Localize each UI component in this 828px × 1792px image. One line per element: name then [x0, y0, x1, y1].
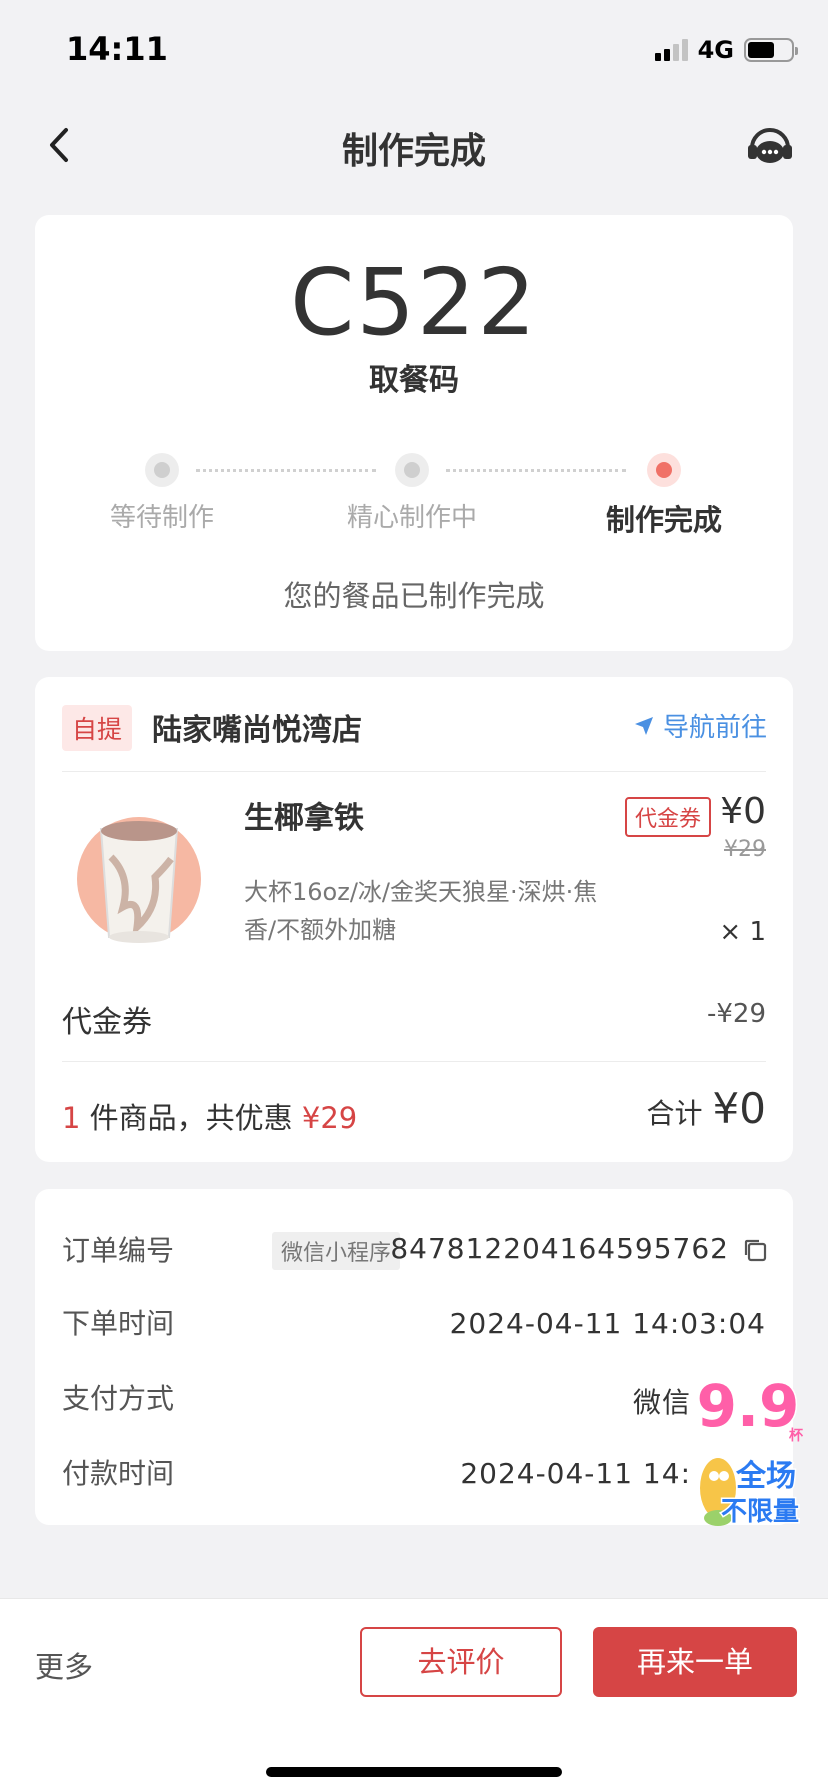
promo-number: 9.9 — [697, 1372, 800, 1440]
order-number: 847812204164595762 — [390, 1232, 729, 1265]
signal-icon — [654, 39, 688, 61]
order-time-label: 下单时间 — [62, 1307, 175, 1340]
step-connector — [196, 469, 376, 472]
product-price: ¥0 — [720, 791, 766, 832]
product-name: 生椰拿铁 — [244, 801, 364, 836]
product-image — [77, 817, 201, 943]
voucher-value: -¥29 — [706, 999, 766, 1029]
order-number-label: 订单编号 — [62, 1234, 175, 1267]
navigate-label: 导航前往 — [662, 713, 767, 743]
step-label-done: 制作完成 — [605, 503, 722, 537]
original-price: ¥29 — [724, 837, 766, 862]
nav-bar: 制作完成 — [0, 100, 828, 190]
product-quantity: × 1 — [719, 917, 766, 947]
promo-unit: 杯 — [789, 1427, 804, 1444]
step-label-making: 精心制作中 — [346, 503, 477, 533]
more-button[interactable]: 更多 — [35, 1644, 93, 1686]
order-items-card: 自提 陆家嘴尚悦湾店 导航前往 生椰拿铁 代金券 ¥0 ¥29 大杯16oz/冰… — [35, 677, 793, 1162]
bottom-action-bar: 更多 去评价 再来一单 — [0, 1598, 828, 1792]
step-label-waiting: 等待制作 — [109, 503, 214, 533]
customer-service-icon[interactable] — [742, 118, 798, 174]
pay-time: 2024-04-11 14: — [460, 1457, 691, 1490]
voucher-label: 代金券 — [62, 1005, 152, 1040]
product-spec: 大杯16oz/冰/金奖天狼星·深烘·焦香/不额外加糖 — [244, 878, 598, 944]
discount-amount: ¥29 — [301, 1101, 358, 1135]
promo-badge[interactable]: 9.9 杯 全场 不限量 — [688, 1368, 808, 1538]
payment-method-label: 支付方式 — [62, 1382, 175, 1415]
status-time: 14:11 — [66, 30, 168, 68]
promo-line1: 全场 — [735, 1459, 796, 1494]
location-arrow-icon — [634, 716, 653, 735]
item-count: 1 — [62, 1101, 81, 1135]
navigate-link[interactable]: 导航前往 — [633, 707, 767, 744]
promo-line2: 不限量 — [721, 1497, 799, 1527]
total: 合计 ¥0 — [647, 1084, 766, 1133]
channel-tag: 微信小程序 — [272, 1232, 401, 1270]
pickup-code-label: 取餐码 — [369, 363, 459, 398]
payment-method: 微信 — [632, 1386, 691, 1419]
summary-text: 1 件商品，共优惠 ¥29 — [62, 1095, 357, 1137]
store-name: 陆家嘴尚悦湾店 — [152, 713, 362, 748]
step-dot-waiting — [145, 453, 179, 487]
battery-icon — [744, 38, 798, 62]
order-time: 2024-04-11 14:03:04 — [449, 1307, 766, 1340]
step-dot-done — [647, 453, 681, 487]
pickup-code: C522 — [290, 249, 538, 356]
divider — [62, 1061, 766, 1062]
total-label: 合计 — [646, 1097, 703, 1130]
pickup-badge: 自提 — [62, 705, 133, 751]
copy-icon[interactable] — [742, 1237, 768, 1263]
status-bar: 14:11 4G — [0, 0, 828, 100]
total-amount: ¥0 — [712, 1084, 766, 1133]
network-type: 4G — [697, 36, 734, 64]
battery-fill — [748, 42, 775, 58]
order-info-card: 订单编号 微信小程序 847812204164595762 下单时间 2024-… — [35, 1189, 793, 1525]
step-connector — [446, 469, 626, 472]
status-message: 您的餐品已制作完成 — [283, 579, 545, 613]
status-indicators: 4G — [654, 36, 798, 64]
voucher-tag: 代金券 — [625, 797, 712, 837]
divider — [62, 771, 766, 772]
page-title: 制作完成 — [341, 131, 486, 172]
pay-time-label: 付款时间 — [62, 1457, 175, 1490]
step-dot-making — [395, 453, 429, 487]
review-button[interactable]: 去评价 — [360, 1627, 562, 1697]
pickup-card: C522 取餐码 等待制作 精心制作中 制作完成 您的餐品已制作完成 — [35, 215, 793, 651]
home-indicator — [266, 1767, 562, 1777]
item-count-suffix: 件商品，共优惠 — [89, 1101, 293, 1135]
reorder-button[interactable]: 再来一单 — [593, 1627, 797, 1697]
